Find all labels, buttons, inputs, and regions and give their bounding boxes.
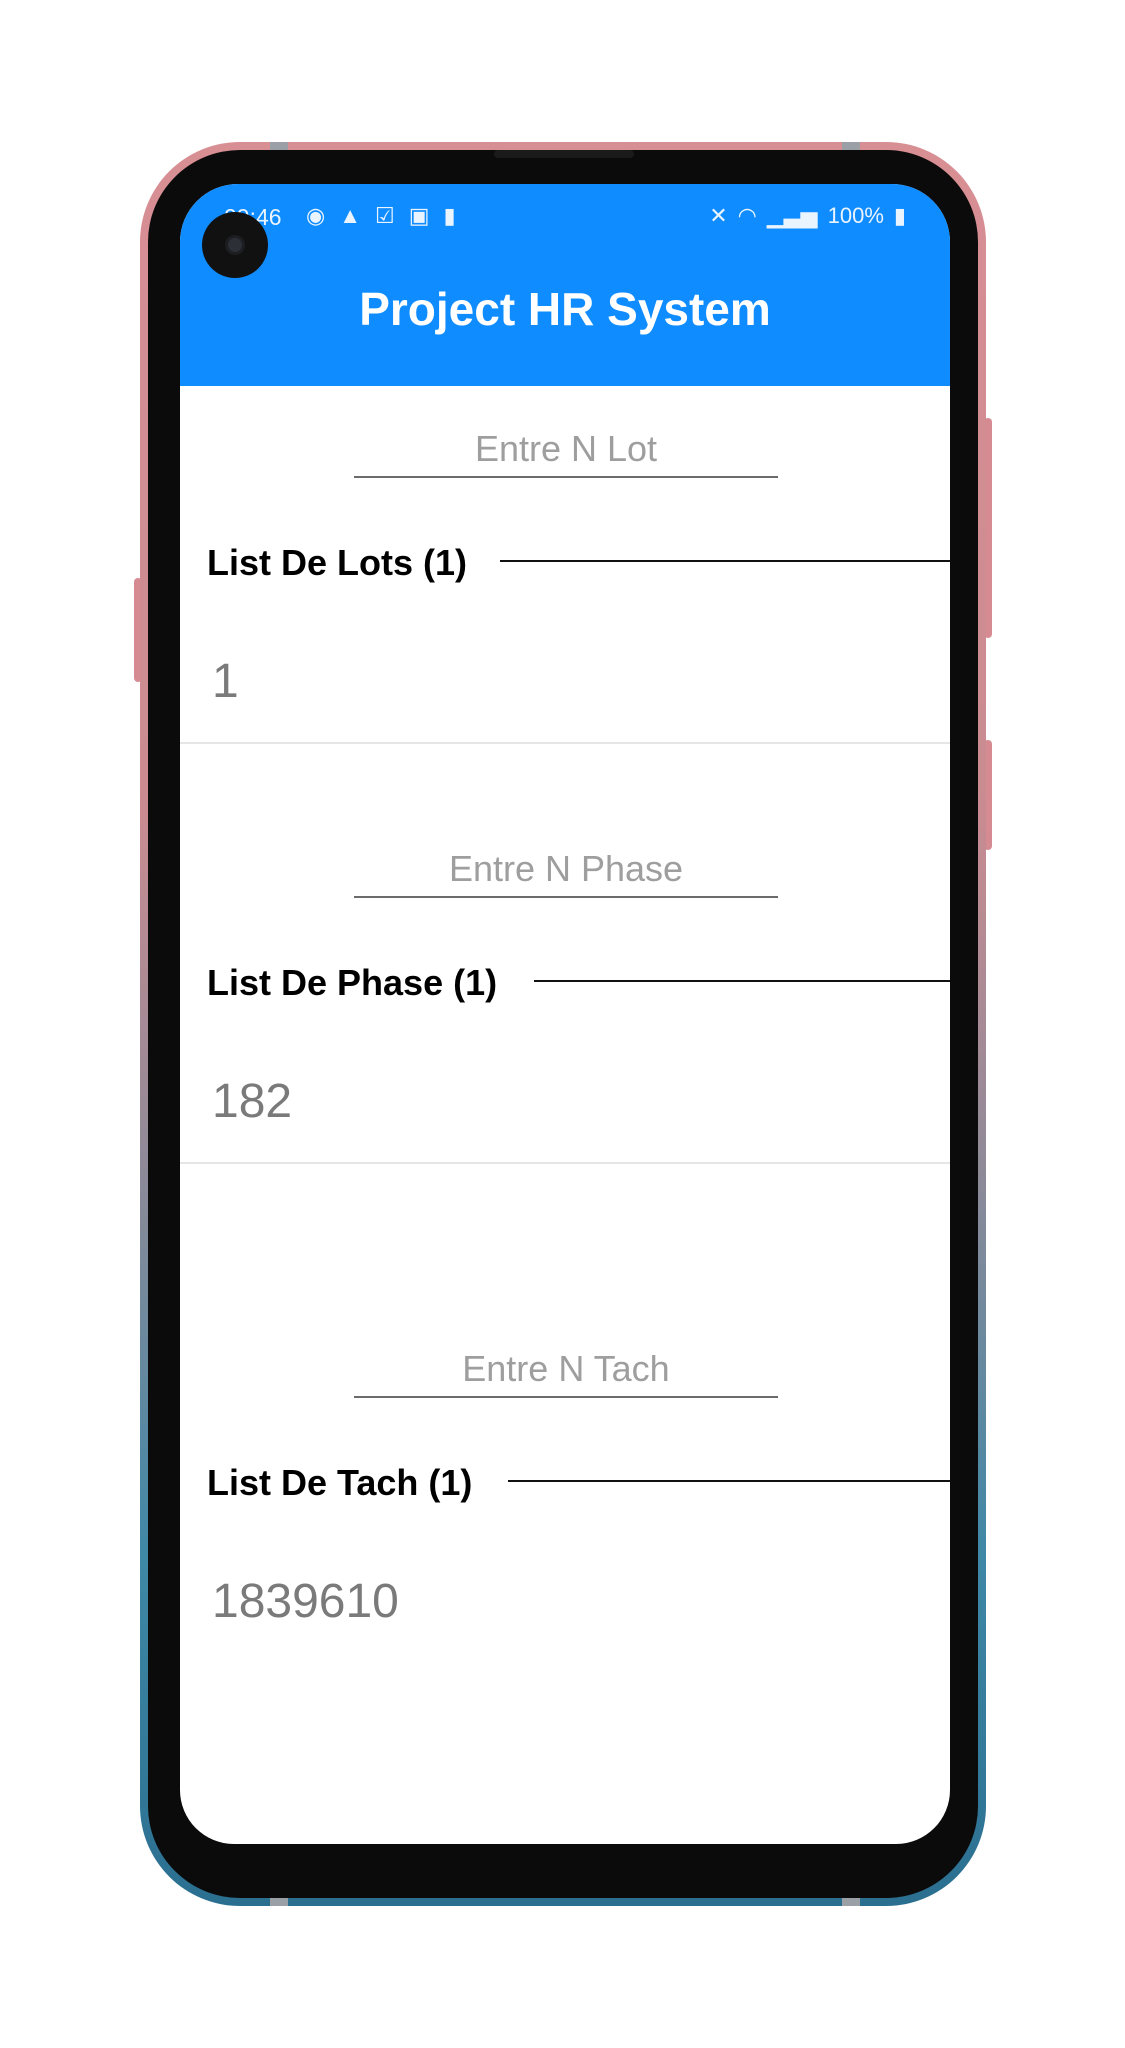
page-title: Project HR System xyxy=(359,283,771,335)
antenna-band xyxy=(270,1898,288,1906)
phase-list-item[interactable]: 182 xyxy=(212,1074,292,1129)
battery-percentage: 100% xyxy=(827,203,884,228)
tach-list-label: List De Tach (1) xyxy=(207,1462,473,1503)
lots-label-divider xyxy=(500,560,950,562)
earpiece xyxy=(494,150,634,158)
battery-icon: ▮ xyxy=(893,203,906,228)
lots-list-label: List De Lots (1) xyxy=(207,542,468,583)
phone-screen: 09:46 ◉ ▲ ☑ ▣ ▮ ✕ ◠ ▁▃▅ 100% ▮ Project H… xyxy=(180,184,950,1844)
status-bar: 09:46 ◉ ▲ ☑ ▣ ▮ ✕ ◠ ▁▃▅ 100% ▮ xyxy=(180,196,950,236)
system-icons: ✕ ◠ ▁▃▅ 100% ▮ xyxy=(709,202,906,230)
wifi-icon: ◠ xyxy=(737,203,757,228)
tach-list-item[interactable]: 1839610 xyxy=(212,1574,399,1629)
phase-number-field[interactable] xyxy=(354,846,778,898)
phase-label-divider xyxy=(534,980,950,982)
section-divider xyxy=(180,742,950,744)
front-camera xyxy=(202,212,268,278)
app-bar: 09:46 ◉ ▲ ☑ ▣ ▮ ✕ ◠ ▁▃▅ 100% ▮ Project H… xyxy=(180,184,950,386)
section-divider xyxy=(180,1162,950,1164)
device-mockup: 09:46 ◉ ▲ ☑ ▣ ▮ ✕ ◠ ▁▃▅ 100% ▮ Project H… xyxy=(0,0,1125,2048)
lot-number-field[interactable] xyxy=(354,426,778,478)
phase-number-input[interactable] xyxy=(354,848,778,896)
tach-label-divider xyxy=(508,1480,950,1482)
antenna-band xyxy=(270,142,288,150)
mute-icon: ✕ xyxy=(709,203,728,228)
lot-list-item[interactable]: 1 xyxy=(212,654,239,709)
tach-number-input[interactable] xyxy=(354,1348,778,1396)
warning-icon: ▲ xyxy=(339,203,361,228)
phase-list-label: List De Phase (1) xyxy=(207,962,498,1003)
image-icon: ▣ xyxy=(408,203,430,228)
signal-icon: ▁▃▅ xyxy=(766,203,818,228)
lot-number-input[interactable] xyxy=(354,428,778,476)
check-icon: ☑ xyxy=(374,203,395,228)
battery-saver-icon: ▮ xyxy=(443,203,456,228)
antenna-band xyxy=(842,1898,860,1906)
notification-icons: ◉ ▲ ☑ ▣ ▮ xyxy=(306,202,456,230)
tach-number-field[interactable] xyxy=(354,1346,778,1398)
messenger-icon: ◉ xyxy=(306,203,326,228)
antenna-band xyxy=(842,142,860,150)
